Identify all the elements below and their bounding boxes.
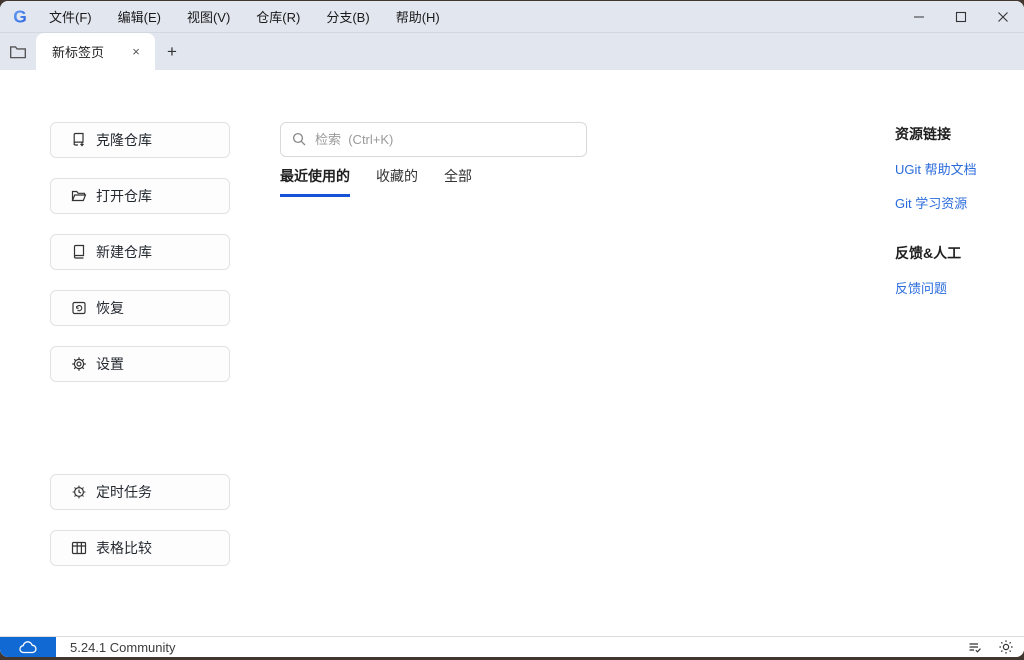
repo-filter-tabs: 最近使用的 收藏的 全部	[280, 166, 472, 197]
button-label: 新建仓库	[96, 244, 152, 260]
folder-icon	[10, 45, 26, 58]
folder-open-icon	[71, 190, 87, 202]
menu-repository[interactable]: 仓库(R)	[243, 1, 313, 32]
task-log-button[interactable]	[967, 639, 983, 655]
cloud-sync-button[interactable]	[0, 637, 56, 657]
sun-icon	[999, 640, 1013, 654]
tab-close-icon[interactable]: ×	[127, 43, 145, 61]
tab-bar: 新标签页 × +	[0, 33, 1024, 70]
repo-new-icon	[73, 244, 85, 259]
feedback-issue-link[interactable]: 反馈问题	[895, 278, 1015, 297]
feedback-title: 反馈&人工	[895, 245, 962, 261]
new-repo-button[interactable]: 新建仓库	[50, 234, 230, 270]
maximize-icon	[955, 11, 967, 22]
tab-favorites[interactable]: 收藏的	[376, 166, 418, 197]
table-compare-icon	[71, 541, 87, 555]
ugit-logo-icon: G	[8, 5, 32, 29]
search-input[interactable]	[280, 122, 587, 157]
app-window: G 文件(F) 编辑(E) 视图(V) 仓库(R) 分支(B) 帮助(H) 新标…	[0, 1, 1024, 657]
scheduled-tasks-button[interactable]: 定时任务	[50, 474, 230, 510]
timer-task-icon	[72, 485, 86, 499]
button-label: 设置	[96, 356, 124, 372]
cloud-icon	[19, 640, 37, 653]
search-box	[280, 122, 587, 157]
tab-all[interactable]: 全部	[444, 166, 472, 197]
tab-recently-used[interactable]: 最近使用的	[280, 166, 350, 197]
menu-help[interactable]: 帮助(H)	[383, 1, 453, 32]
search-icon	[292, 132, 306, 146]
status-bar: 5.24.1 Community	[0, 636, 1024, 657]
tab-new-page[interactable]: 新标签页 ×	[36, 33, 155, 70]
button-label: 表格比较	[96, 540, 152, 556]
menu-bar: 文件(F) 编辑(E) 视图(V) 仓库(R) 分支(B) 帮助(H)	[36, 1, 453, 32]
table-compare-button[interactable]: 表格比较	[50, 530, 230, 566]
gear-icon	[72, 357, 86, 371]
theme-toggle-button[interactable]	[998, 639, 1014, 655]
repo-clone-icon	[73, 132, 84, 147]
button-label: 定时任务	[96, 484, 152, 500]
button-label: 恢复	[96, 300, 124, 316]
tab-list-button[interactable]	[0, 33, 36, 70]
restore-button[interactable]: 恢复	[50, 290, 230, 326]
menu-branch[interactable]: 分支(B)	[313, 1, 382, 32]
start-page: 克隆仓库 打开仓库 新建仓库 恢复 设置 定时任务 表格比较 检索 (Ctrl+…	[0, 70, 1024, 636]
settings-button[interactable]: 设置	[50, 346, 230, 382]
menu-edit[interactable]: 编辑(E)	[105, 1, 174, 32]
open-repo-button[interactable]: 打开仓库	[50, 178, 230, 214]
minimize-button[interactable]	[898, 1, 940, 32]
close-button[interactable]	[982, 1, 1024, 32]
clone-repo-button[interactable]: 克隆仓库	[50, 122, 230, 158]
ugit-help-docs-link[interactable]: UGit 帮助文档	[895, 159, 1015, 178]
version-label: 5.24.1 Community	[70, 639, 176, 655]
resources-title: 资源链接	[895, 126, 951, 142]
button-label: 打开仓库	[96, 188, 152, 204]
maximize-button[interactable]	[940, 1, 982, 32]
svg-text:G: G	[13, 6, 27, 26]
git-learning-link[interactable]: Git 学习资源	[895, 193, 1015, 212]
menu-view[interactable]: 视图(V)	[174, 1, 243, 32]
tab-label: 新标签页	[52, 45, 105, 60]
restore-icon	[72, 301, 86, 315]
list-check-icon	[969, 643, 981, 653]
new-tab-button[interactable]: +	[155, 33, 189, 70]
minimize-icon	[914, 15, 924, 18]
resource-panel: 资源链接 UGit 帮助文档 Git 学习资源 反馈&人工 反馈问题	[895, 124, 1015, 297]
window-controls	[898, 1, 1024, 32]
menu-file[interactable]: 文件(F)	[36, 1, 105, 32]
close-icon	[998, 11, 1008, 22]
button-label: 克隆仓库	[96, 132, 152, 148]
titlebar: G 文件(F) 编辑(E) 视图(V) 仓库(R) 分支(B) 帮助(H)	[0, 1, 1024, 33]
